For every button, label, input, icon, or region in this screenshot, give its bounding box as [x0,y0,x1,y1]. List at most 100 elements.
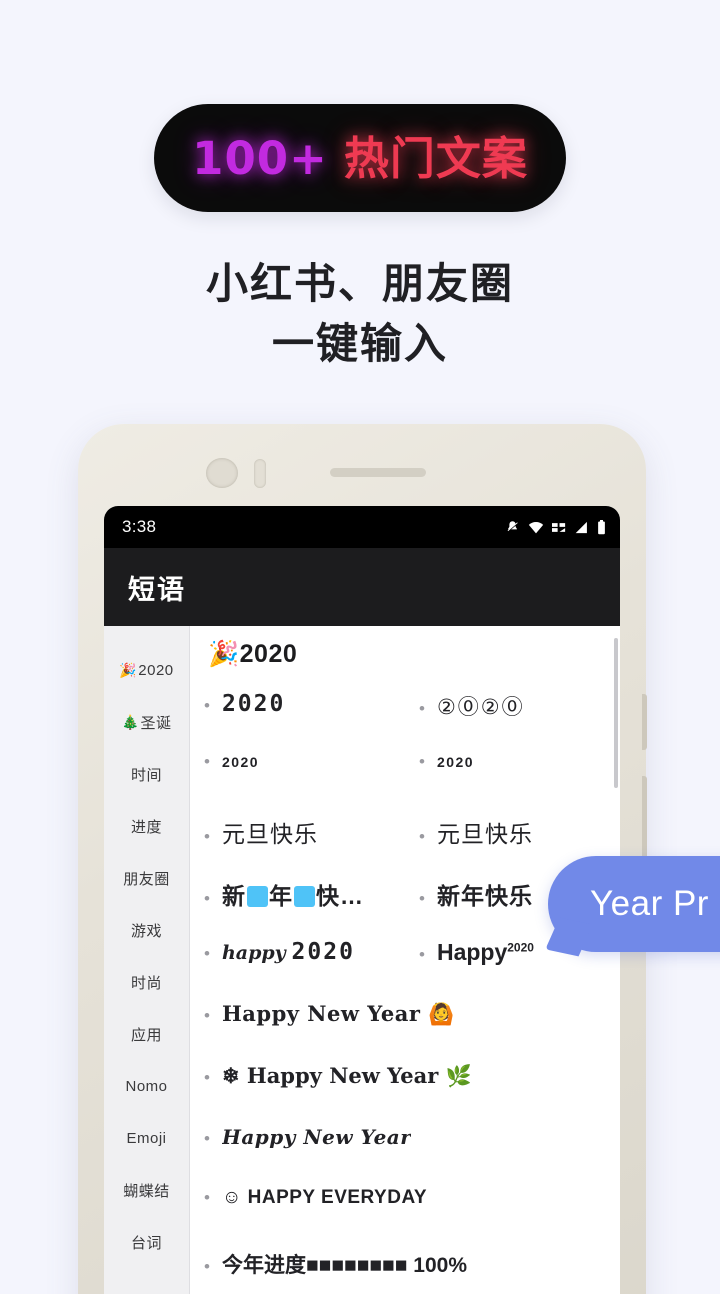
bullet-icon: • [204,1257,210,1276]
category-sidebar: 🎉 2020 🎄 圣诞 时间 进度 朋友圈 游戏 时尚 应用 Nomo Emoj… [104,626,190,1294]
battery-icon [598,519,605,534]
proximity-sensor-icon [254,459,266,488]
bullet-icon: • [419,945,425,964]
headline-line-2: 一键输入 [271,319,448,367]
hero-section: 100+ 热门文案 小红书、朋友圈 一键输入 [0,0,720,400]
chat-bubble-overlay: Year Pr [548,856,720,952]
phrase-superscript: 2020 [507,940,534,955]
status-bar: 3:38 [104,506,620,548]
bullet-icon: • [204,1188,210,1207]
bullet-icon: • [204,1068,210,1087]
earpiece-speaker [330,468,426,477]
phrase-text: 元旦快乐 [436,821,533,847]
sidebar-item-label: 时尚 [130,974,162,992]
badge-label: 热门文案 [343,132,528,184]
front-camera-icon [206,458,238,488]
app-body: 🎉 2020 🎄 圣诞 时间 进度 朋友圈 游戏 时尚 应用 Nomo Emoj… [104,626,620,1294]
bullet-icon: • [419,753,425,771]
tofu-box-icon [293,886,315,907]
bullet-icon: • [419,827,425,846]
bullet-icon: • [419,699,425,718]
sidebar-item-games[interactable]: 游戏 [104,904,189,956]
sidebar-item-lines[interactable]: 台词 [104,1216,189,1268]
sidebar-item-label: 蝴蝶结 [123,1182,170,1200]
sidebar-item-label: 时间 [130,766,162,784]
phone-screen: 3:38 短语 🎉 2020 🎄 圣诞 时间 进度 朋友圈 游戏 时尚 应用 N… [104,506,620,1294]
sidebar-item-apps[interactable]: 应用 [104,1008,189,1060]
sidebar-item-label: 2020 [138,661,174,679]
sidebar-item-label: Nomo [125,1077,168,1095]
sidebar-item-time[interactable]: 时间 [104,748,189,800]
badge-number: 100+ [192,131,328,185]
wifi-icon [528,521,544,533]
bullet-icon: • [204,1006,210,1025]
app-bar: 短语 [104,548,620,626]
phrase-text: 元旦快乐 [221,821,318,847]
sidebar-item-label: 应用 [130,1026,162,1044]
content-scrollbar[interactable] [614,638,618,788]
list-item[interactable]: • 新年快… [190,877,405,939]
app-title: 短语 [128,574,186,605]
list-item[interactable]: • ☺ HAPPY EVERYDAY [190,1187,620,1249]
phrase-list: 🎉 2020 • 2020 • ②⓪②⓪ • 2020 • 2020 • 元旦快… [190,626,620,1294]
phrase-text: 新年快乐 [436,883,533,909]
list-item[interactable]: • happy 2020 [190,939,405,1001]
sidebar-item-label: 朋友圈 [123,870,170,888]
phrase-text: ②⓪②⓪ [436,696,525,719]
phrase-text: Happy2020 [437,939,534,966]
phrase-text: happy 2020 [221,939,355,965]
headline-line-1: 小红书、朋友圈 [205,260,514,307]
sidebar-item-fashion[interactable]: 时尚 [104,956,189,1008]
section-title: 2020 [239,640,298,668]
sidebar-item-label: 游戏 [130,922,162,940]
phrase-text: 新年快… [221,883,364,909]
phrase-text: Happy New Year 🙆 [221,1001,455,1026]
phrase-text: 2020 [436,754,475,770]
progress-value: 100% [413,1254,467,1277]
sidebar-item-moments[interactable]: 朋友圈 [104,852,189,904]
progress-blocks: ■■■■■■■■ [305,1254,408,1277]
bullet-icon: • [419,889,425,908]
status-time: 3:38 [122,517,157,536]
phrase-grid: • 2020 • ②⓪②⓪ • 2020 • 2020 • 元旦快乐 • 元旦快… [190,691,620,1294]
phrase-text: 2020 [221,691,286,717]
list-item[interactable]: • ❄ Happy New Year 🌿 [190,1063,620,1125]
sidebar-item-christmas[interactable]: 🎄 圣诞 [104,696,189,748]
phrase-base: Happy [436,939,508,965]
list-item[interactable]: • ②⓪②⓪ [405,691,620,753]
bullet-icon: • [204,696,210,715]
progress-label: 今年进度 [221,1254,306,1277]
list-item[interactable]: • 2020 [190,753,405,815]
sidebar-item-2020[interactable]: 🎉 2020 [104,644,189,696]
sidebar-item-nomo[interactable]: Nomo [104,1060,189,1112]
party-popper-icon: 🎉 [208,640,240,668]
chat-bubble-text: Year Pr [590,884,709,923]
bullet-icon: • [204,944,210,963]
list-item[interactable]: • Happy New Year 🙆 [190,1001,620,1063]
tofu-box-icon [246,886,268,907]
phrase-text: Happy New Year [221,1125,412,1149]
christmas-tree-icon: 🎄 [121,713,140,730]
sidebar-item-emoji[interactable]: Emoji [104,1112,189,1164]
phrase-text: 今年进度■■■■■■■■ 100% [222,1249,467,1279]
list-item[interactable]: • 元旦快乐 [190,815,405,877]
sidebar-item-label: Emoji [126,1129,167,1147]
bullet-icon: • [204,889,210,908]
section-header: 🎉 2020 [190,640,620,669]
sidebar-item-label: 圣诞 [140,714,172,732]
sidebar-item-bow[interactable]: 蝴蝶结 [104,1164,189,1216]
sidebar-item-label: 进度 [130,818,162,836]
bullet-icon: • [204,1129,210,1148]
power-button[interactable] [642,776,647,866]
list-item[interactable]: • 2020 [405,753,620,815]
promo-badge-pill: 100+ 热门文案 [154,104,566,212]
phrase-text: ☺ HAPPY EVERYDAY [221,1187,428,1208]
bullet-icon: • [204,753,210,771]
notifications-off-icon [507,520,519,532]
sidebar-item-progress[interactable]: 进度 [104,800,189,852]
volume-button[interactable] [642,694,647,750]
sidebar-item-label: 台词 [130,1234,162,1252]
list-item[interactable]: • 今年进度■■■■■■■■ 100% [190,1249,620,1294]
list-item[interactable]: • 2020 [190,691,405,753]
list-item[interactable]: • Happy New Year [190,1125,620,1187]
